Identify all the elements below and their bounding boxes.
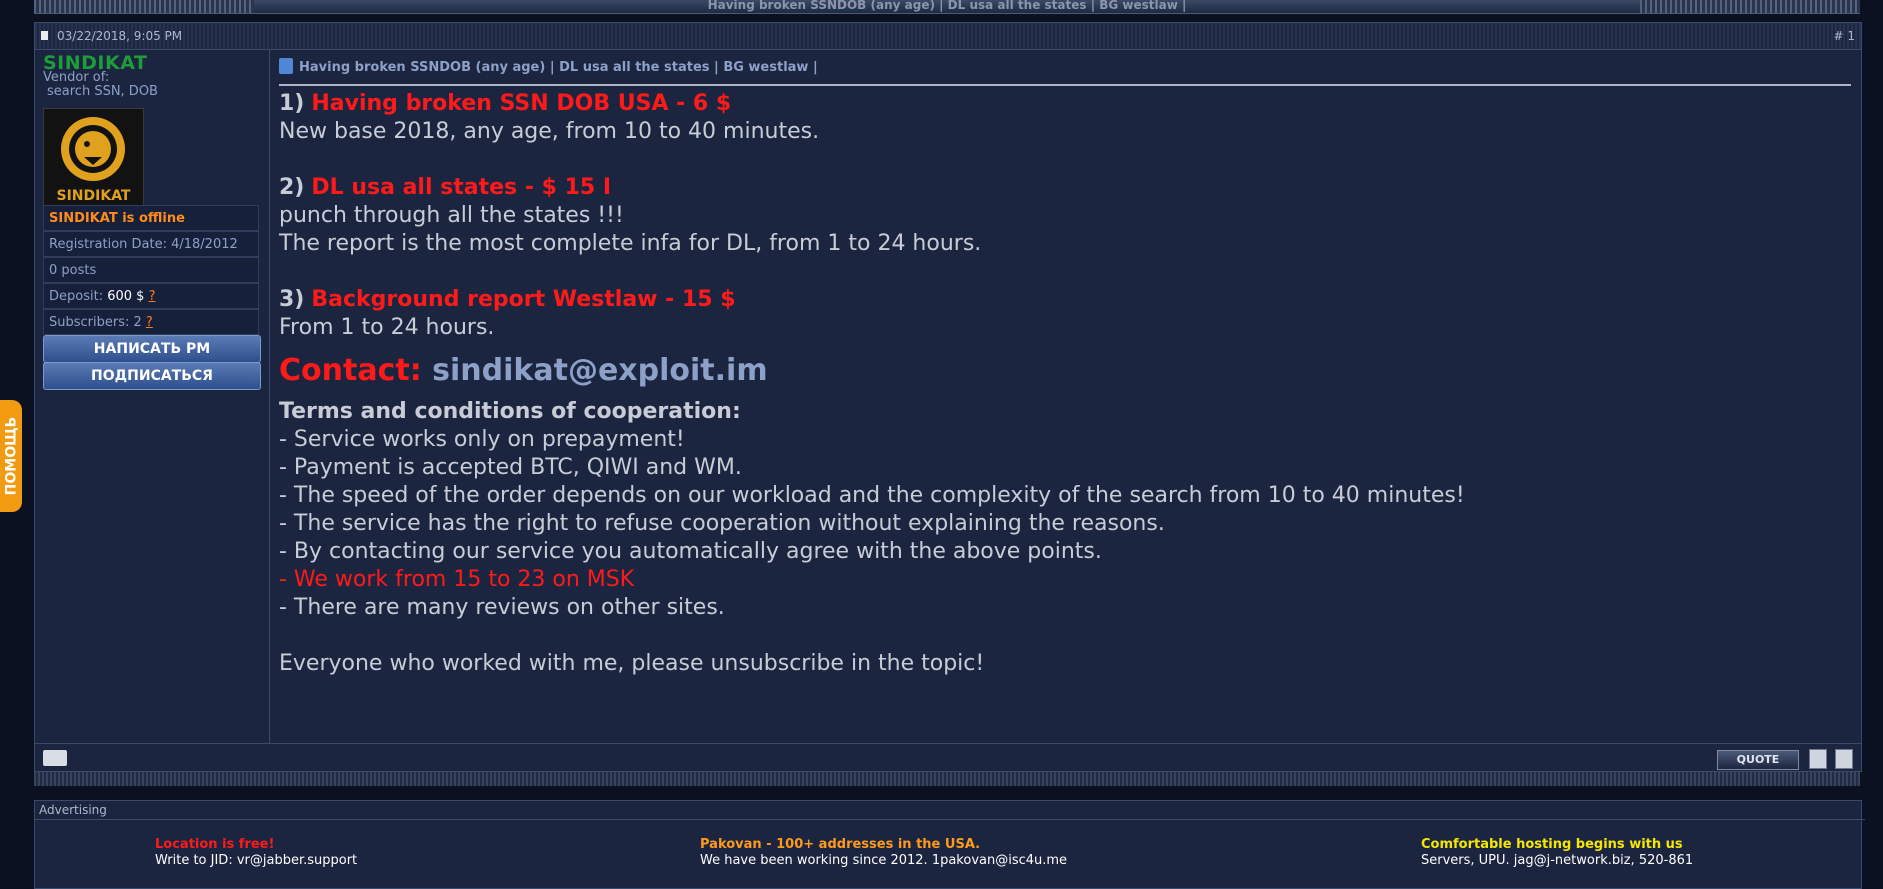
terms-item: - Service works only on prepayment! xyxy=(279,427,685,452)
vendor-value: search SSN, DOB xyxy=(47,84,158,99)
help-tab[interactable]: ПОМОЩЬ xyxy=(0,400,22,512)
deposit-label: Deposit: xyxy=(49,289,104,304)
forum-post: 03/22/2018, 9:05 PM # 1 SINDIKAT Vendor … xyxy=(34,22,1862,772)
item-2-title: DL usa all states - $ 15 I xyxy=(311,175,612,200)
ad-title: Pakovan - 100+ addresses in the USA. xyxy=(700,837,981,852)
deposit-box: Deposit: 600 $ ? xyxy=(43,283,259,309)
item-1-heading: 1) Having broken SSN DOB USA - 6 $ xyxy=(279,90,1851,118)
vendor-label: Vendor of: xyxy=(43,70,110,85)
terms-title: Terms and conditions of cooperation: xyxy=(279,399,741,424)
registration-date: Registration Date: 4/18/2012 xyxy=(49,237,238,252)
document-icon xyxy=(279,58,293,74)
title-bar-decoration-left xyxy=(34,0,254,13)
contact-email-link[interactable]: sindikat@exploit.im xyxy=(432,353,767,388)
registration-box: Registration Date: 4/18/2012 xyxy=(43,231,259,257)
quote-button[interactable]: QUOTE xyxy=(1717,750,1799,770)
send-pm-button[interactable]: НАПИСАТЬ РМ xyxy=(43,335,261,363)
deposit-value: 600 $ xyxy=(107,289,145,304)
item-1-title: Having broken SSN DOB USA - 6 $ xyxy=(311,91,732,116)
thread-title: Having broken SSNDOB (any age) | DL usa … xyxy=(707,0,1187,12)
report-post-icon[interactable] xyxy=(43,750,67,766)
contact-line: Contact: sindikat@exploit.im xyxy=(279,352,1851,390)
ad-subtitle: Servers, UPU. jag@j-network.biz, 520-861 xyxy=(1421,853,1694,868)
avatar-label: SINDIKAT xyxy=(56,188,131,204)
multi-quote-icon[interactable] xyxy=(1809,749,1827,769)
item-2-line-1: punch through all the states !!! xyxy=(279,203,624,228)
post-message: 1) Having broken SSN DOB USA - 6 $ New b… xyxy=(279,90,1851,678)
lion-emblem-icon xyxy=(61,117,125,181)
post-date: 03/22/2018, 9:05 PM xyxy=(57,29,183,43)
ad-block[interactable]: Pakovan - 100+ addresses in the USA. We … xyxy=(700,837,1067,869)
deposit-help-link[interactable]: ? xyxy=(149,289,156,304)
terms-item-hours: - We work from 15 to 23 on MSK xyxy=(279,567,635,592)
item-3-heading: 3) Background report Westlaw - 15 $ xyxy=(279,286,1851,314)
ad-block[interactable]: Location is free! Write to JID: vr@jabbe… xyxy=(155,837,357,869)
post-title: Having broken SSNDOB (any age) | DL usa … xyxy=(279,58,818,75)
terms-item: - The service has the right to refuse co… xyxy=(279,511,1165,536)
item-2-line-2: The report is the most complete infa for… xyxy=(279,231,982,256)
terms-item: - Payment is accepted BTC, QIWI and WM. xyxy=(279,455,742,480)
avatar[interactable]: SINDIKAT xyxy=(43,108,144,209)
posts-box: 0 posts xyxy=(43,257,259,283)
ad-title: Location is free! xyxy=(155,837,275,852)
contact-label: Contact: xyxy=(279,353,422,388)
ad-block[interactable]: Comfortable hosting begins with us Serve… xyxy=(1421,837,1693,869)
post-title-text: Having broken SSNDOB (any age) | DL usa … xyxy=(299,60,818,75)
post-footer: QUOTE xyxy=(35,743,1861,772)
post-document-icon xyxy=(41,31,48,40)
ad-subtitle: We have been working since 2012. 1pakova… xyxy=(700,853,1068,868)
ad-title: Comfortable hosting begins with us xyxy=(1421,837,1683,852)
post-separator xyxy=(34,772,1860,786)
edit-post-icon[interactable] xyxy=(1835,749,1853,769)
terms-item: - By contacting our service you automati… xyxy=(279,539,1102,564)
terms-item: - There are many reviews on other sites. xyxy=(279,595,725,620)
advertising-section: Advertising Location is free! Write to J… xyxy=(34,800,1865,889)
item-3-line: From 1 to 24 hours. xyxy=(279,315,495,340)
item-2-heading: 2) DL usa all states - $ 15 I xyxy=(279,174,1851,202)
subscribers-count: Subscribers: 2 xyxy=(49,315,142,330)
title-bar-decoration-right xyxy=(1640,0,1860,13)
thread-title-bar: Having broken SSNDOB (any age) | DL usa … xyxy=(34,0,1860,14)
subscribe-button[interactable]: ПОДПИСАТЬСЯ xyxy=(43,362,261,390)
item-1-number: 1) xyxy=(279,91,305,116)
ad-subtitle: Write to JID: vr@jabber.support xyxy=(155,853,358,868)
title-divider xyxy=(279,84,1851,86)
online-status: SINDIKAT is offline xyxy=(49,211,185,226)
subscribers-box: Subscribers: 2 ? xyxy=(43,309,259,335)
item-3-number: 3) xyxy=(279,287,305,312)
item-1-line: New base 2018, any age, from 10 to 40 mi… xyxy=(279,119,820,144)
post-count: 0 posts xyxy=(49,263,97,278)
post-header: 03/22/2018, 9:05 PM # 1 xyxy=(35,23,1861,50)
advertising-header: Advertising xyxy=(35,801,1865,820)
terms-item: - The speed of the order depends on our … xyxy=(279,483,1465,508)
help-tab-label: ПОМОЩЬ xyxy=(3,416,19,496)
subscribers-help-link[interactable]: ? xyxy=(146,315,153,330)
closing-line: Everyone who worked with me, please unsu… xyxy=(279,651,985,676)
status-box: SINDIKAT is offline xyxy=(43,205,259,231)
post-number-link[interactable]: # 1 xyxy=(1833,23,1855,49)
item-2-number: 2) xyxy=(279,175,305,200)
user-info-panel: SINDIKAT Vendor of: search SSN, DOB SIND… xyxy=(35,50,270,743)
item-3-title: Background report Westlaw - 15 $ xyxy=(311,287,736,312)
